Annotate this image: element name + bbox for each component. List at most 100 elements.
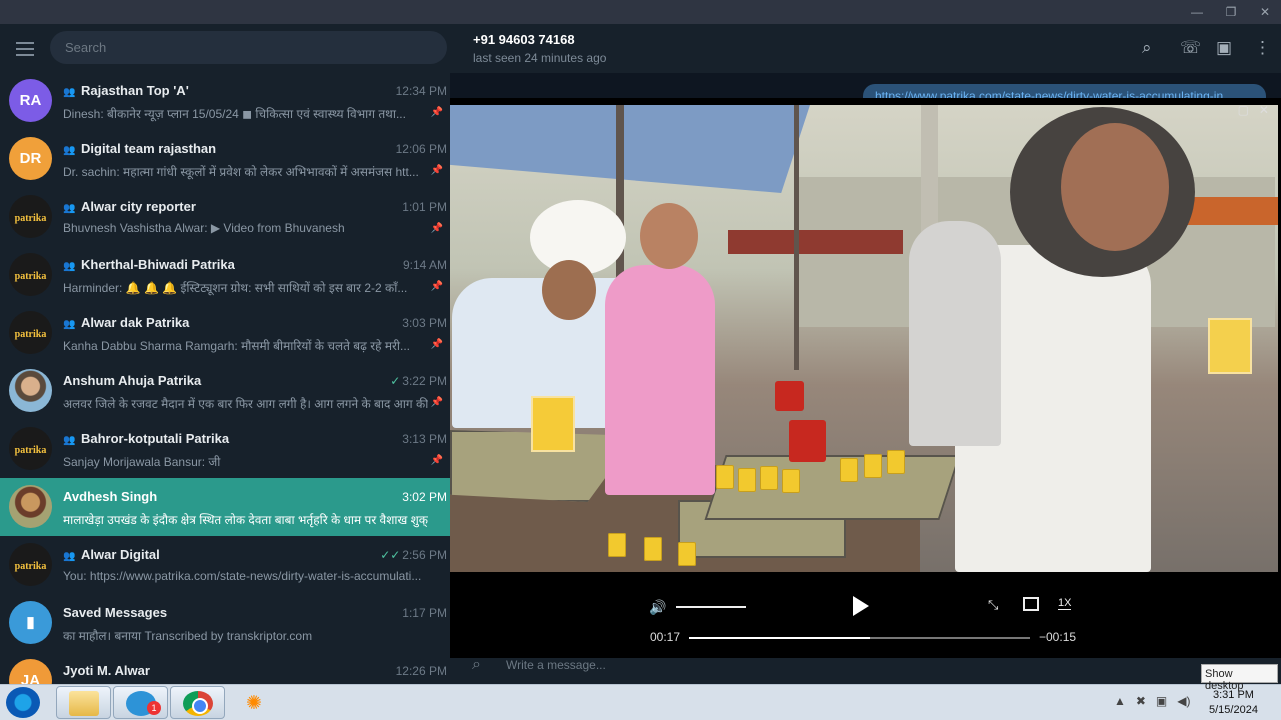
chat-preview: मालाखेड़ा उपखंड के इंदौक क्षेत्र स्थित ल… <box>63 513 428 527</box>
juice-glass <box>782 469 800 493</box>
close-icon[interactable]: ✕ <box>1256 4 1274 20</box>
juice-glass <box>887 450 905 474</box>
juice-glass <box>840 458 858 482</box>
restore-icon[interactable]: ❐ <box>1222 4 1240 20</box>
chat-time-text: 3:02 PM <box>402 490 447 504</box>
conversation-header: +91 94603 74168 last seen 24 minutes ago… <box>450 24 1281 73</box>
chat-row[interactable]: RA 👥 Rajasthan Top 'A' 12:34 PM Dinesh: बीका… <box>0 72 450 130</box>
contact-phone[interactable]: +91 94603 74168 <box>473 32 575 47</box>
volume-slider[interactable] <box>676 606 746 608</box>
search-input[interactable]: Search <box>50 31 447 64</box>
chat-name-text: Alwar Digital <box>81 547 160 562</box>
chat-time-text: 2:56 PM <box>402 548 447 562</box>
chat-name: Anshum Ahuja Patrika <box>63 373 383 388</box>
video-frame[interactable] <box>450 105 1278 572</box>
message-input[interactable]: Write a message... <box>506 658 606 672</box>
taskbar-clock[interactable]: 3:31 PM 5/15/2024 <box>1209 688 1258 718</box>
search-icon[interactable]: ⌕ <box>1142 38 1152 58</box>
blue-canopy <box>450 105 810 193</box>
juice-glass <box>760 466 778 490</box>
chat-avatar: DR <box>9 137 52 180</box>
chat-avatar: patrika <box>9 253 52 296</box>
telegram-taskbar-button[interactable]: 1 <box>113 686 168 719</box>
man-pink-shirt <box>605 265 715 495</box>
chat-time: 1:01 PM <box>402 200 447 214</box>
chat-time: 12:06 PM <box>396 142 447 156</box>
picture-in-picture-icon[interactable] <box>1023 597 1039 611</box>
windows-start-icon[interactable] <box>6 687 40 718</box>
turban-face <box>542 260 596 320</box>
chat-time: 3:03 PM <box>402 316 447 330</box>
pink-shirt-head <box>640 203 698 269</box>
phone-icon[interactable]: ☏ <box>1180 38 1201 58</box>
chat-time-text: 3:13 PM <box>402 432 447 446</box>
chat-name-text: Alwar city reporter <box>81 199 196 214</box>
chat-preview: Bhuvnesh Vashistha Alwar: ▶ Video from B… <box>63 221 345 235</box>
system-tray-icons[interactable]: ▲ ✖ ▣ ◀) <box>1114 694 1191 708</box>
shop-sign <box>728 230 903 254</box>
chat-time-text: 12:26 PM <box>395 664 447 678</box>
people-background <box>909 221 1001 446</box>
chat-list-topbar: Search <box>0 24 450 72</box>
pip-window-controls[interactable]: ▢ ✕ <box>1238 103 1269 117</box>
chat-row[interactable]: patrika 👥 Alwar Digital ✓✓ 2:56 PM You: https… <box>0 536 450 594</box>
stall-pole-right <box>794 105 799 370</box>
volume-icon[interactable]: 🔊 <box>649 599 666 616</box>
crab-app-icon[interactable]: ✺ <box>246 692 262 715</box>
juice-glass <box>716 465 734 489</box>
play-icon[interactable] <box>853 596 869 616</box>
playback-speed[interactable]: 1X <box>1058 597 1072 610</box>
chat-name: 👥 Kherthal-Bhiwadi Patrika <box>63 257 383 272</box>
chat-row[interactable]: patrika 👥 Bahror-kotputali Patrika 3:13 PM S… <box>0 420 450 478</box>
chat-row[interactable]: patrika 👥 Alwar city reporter 1:01 PM Bhuvne… <box>0 188 450 246</box>
video-player[interactable]: ▢ ✕ 🔊 ⤡ 1X 00:17 −00:15 <box>450 98 1281 658</box>
chat-name-text: Alwar dak Patrika <box>81 315 190 330</box>
pin-icon: 📌 <box>430 455 443 466</box>
video-progress-bar[interactable] <box>689 637 1030 639</box>
sidebar-toggle-icon[interactable]: ▣ <box>1216 38 1232 58</box>
chat-preview: का माहौल। बनाया Transcribed by transkrip… <box>63 629 313 643</box>
video-progress-fill <box>689 637 870 639</box>
file-explorer-taskbar-button[interactable] <box>56 686 111 719</box>
chrome-taskbar-button[interactable] <box>170 686 225 719</box>
attach-icon[interactable]: ⌕ <box>472 656 481 674</box>
chat-row[interactable]: Avdhesh Singh 3:02 PM मालाखेड़ा उपखंड के इ… <box>0 478 450 536</box>
chat-name: 👥 Alwar city reporter <box>63 199 383 214</box>
folder-icon <box>69 691 99 716</box>
chat-name: 👥 Alwar dak Patrika <box>63 315 383 330</box>
more-options-icon[interactable]: ⋮ <box>1254 38 1271 58</box>
chat-name: Avdhesh Singh <box>63 489 383 504</box>
juice-glass-large <box>531 396 575 452</box>
minimize-video-icon[interactable]: ⤡ <box>988 597 998 613</box>
juice-glass-right <box>1208 318 1252 374</box>
chat-row[interactable]: patrika 👥 Kherthal-Bhiwadi Patrika 9:14 AM H… <box>0 246 450 304</box>
chat-row[interactable]: Anshum Ahuja Patrika ✓ 3:22 PM अलवर जिले के… <box>0 362 450 420</box>
chat-name-text: Anshum Ahuja Patrika <box>63 373 202 388</box>
window-titlebar: — ❐ ✕ <box>0 0 1281 24</box>
chat-time-text: 12:34 PM <box>395 84 447 98</box>
juice-glass <box>678 542 696 566</box>
pin-icon: 📌 <box>430 281 443 292</box>
chat-avatar: patrika <box>9 195 52 238</box>
chat-avatar: patrika <box>9 311 52 354</box>
chat-avatar: RA <box>9 79 52 122</box>
chat-time: 9:14 AM <box>403 258 447 272</box>
chat-row[interactable]: patrika 👥 Alwar dak Patrika 3:03 PM Kanha Da… <box>0 304 450 362</box>
chat-preview: Dr. sachin: महात्मा गांधी स्कूलों में प्… <box>63 165 419 179</box>
chat-row[interactable]: JAJyoti M. Alwar12:26 PM*प्रेस विज्ञप्ति… <box>0 652 450 684</box>
read-check-icon: ✓ <box>390 374 401 388</box>
chat-avatar <box>9 369 52 412</box>
chat-preview: Sanjay Morijawala Bansur: जी <box>63 455 221 469</box>
chat-row[interactable]: DR 👥 Digital team rajasthan 12:06 PM Dr. sac… <box>0 130 450 188</box>
menu-icon[interactable] <box>16 42 34 56</box>
chat-avatar: ▮ <box>9 601 52 644</box>
chat-time-text: 12:06 PM <box>395 142 447 156</box>
foreground-face <box>1061 123 1169 251</box>
chat-name-text: Bahror-kotputali Patrika <box>81 431 230 446</box>
chat-name: Jyoti M. Alwar <box>63 663 383 678</box>
chat-preview: Harminder: 🔔 🔔 🔔 ईस्टिट्यूशन ग्रोथ: सभी … <box>63 281 408 295</box>
group-icon: 👥 <box>63 203 76 214</box>
chat-preview: Dinesh: बीकानेर न्यूज़ प्लान 15/05/24 ◼ … <box>63 107 406 121</box>
minimize-icon[interactable]: — <box>1188 4 1206 20</box>
chat-row[interactable]: ▮ Saved Messages 1:17 PM का माहौल। बनाया Tr… <box>0 594 450 652</box>
